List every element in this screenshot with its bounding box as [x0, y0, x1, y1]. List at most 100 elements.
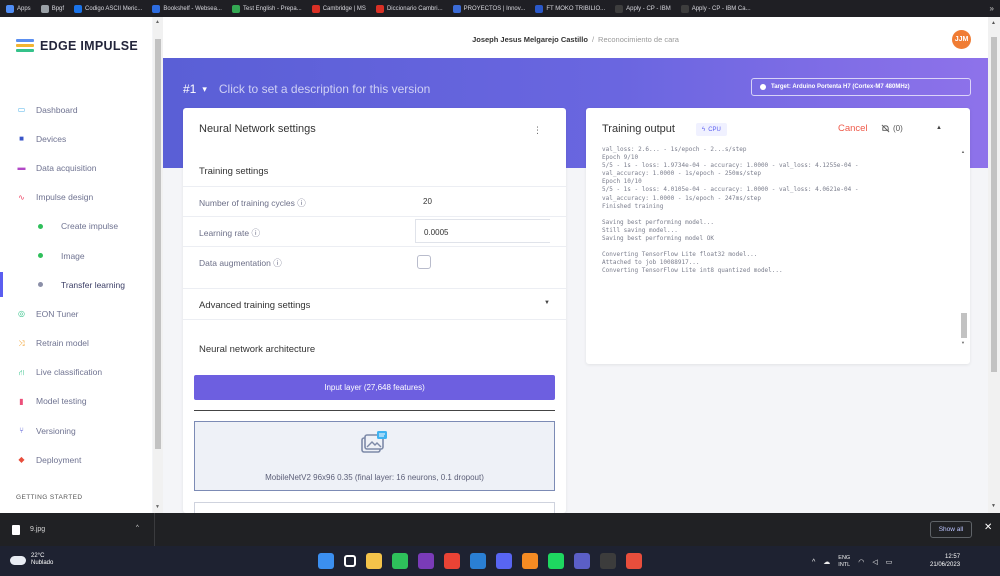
learning-rate-input[interactable]: 0.0005 [415, 219, 550, 243]
bookmark-item[interactable]: Bookshelf - Websea... [152, 4, 222, 13]
language-code: ENG [838, 555, 851, 561]
scroll-down-arrow-icon[interactable]: ▼ [961, 340, 965, 345]
sidebar-item-live-classification[interactable]: ⛙ Live classification [0, 358, 152, 387]
data-augmentation-checkbox[interactable] [417, 255, 431, 269]
show-all-button[interactable]: Show all [930, 521, 972, 538]
user-avatar[interactable]: JJM [952, 30, 971, 49]
bookmark-item[interactable]: Apply - CP - IBM [615, 4, 671, 13]
volume-icon[interactable]: ◁ [872, 558, 877, 566]
snipping-icon[interactable] [626, 553, 642, 569]
chevron-up-icon[interactable]: ^ [812, 559, 815, 566]
tuner-icon: ◎ [18, 309, 25, 319]
cancel-button[interactable]: Cancel [838, 123, 868, 134]
weather-widget[interactable]: 22°C Nublado [10, 553, 53, 567]
lightning-icon: ϟ [702, 126, 706, 133]
bookmark-label: Bpgf [51, 5, 65, 12]
task-view-icon[interactable] [344, 555, 356, 567]
close-icon[interactable]: ✕ [984, 522, 992, 533]
sidebar-item-model-testing[interactable]: ▮ Model testing [0, 387, 152, 416]
bookmark-favicon-icon [375, 4, 384, 13]
clock-time: 12:57 [945, 554, 961, 560]
windows-start-icon[interactable] [318, 553, 334, 569]
vscode-icon[interactable] [470, 553, 486, 569]
collapse-icon[interactable]: ▲ [936, 125, 942, 131]
bookmark-item[interactable]: Cambridge | MS [311, 4, 366, 13]
page-scroll-thumb[interactable] [991, 37, 997, 372]
bookmark-item[interactable]: PROYECTOS | Innov... [452, 4, 525, 13]
getting-started-heading: GETTING STARTED [16, 494, 83, 501]
sidebar-item-label: Impulse design [36, 192, 94, 203]
sidebar-item-eon-tuner[interactable]: ◎ EON Tuner [0, 299, 152, 328]
chevron-up-icon[interactable]: ^ [136, 525, 139, 531]
target-device-button[interactable]: Target: Arduino Portenta H7 (Cortex-M7 4… [751, 78, 971, 96]
sidebar-item-versioning[interactable]: ⑂ Versioning [0, 416, 152, 445]
bookmark-item[interactable]: Test English - Prepa... [231, 4, 302, 13]
sidebar-item-devices[interactable]: ■ Devices [0, 124, 152, 153]
cloud-icon[interactable]: ☁ [823, 558, 830, 566]
cloud-icon [10, 555, 26, 565]
sidebar-scroll-thumb[interactable] [155, 39, 161, 449]
scroll-up-arrow-icon[interactable]: ▲ [991, 20, 996, 26]
language-indicator[interactable]: ENG INTL [838, 555, 850, 569]
battery-icon[interactable]: ▭ [886, 558, 893, 566]
file-icon [12, 524, 20, 535]
sidebar-scrollbar[interactable]: ▲ ▼ [153, 17, 163, 513]
edge-impulse-logo[interactable]: EDGE IMPULSE [16, 39, 138, 53]
bookmark-item[interactable]: Apply - CP - IBM Ca... [680, 4, 751, 13]
sidebar-item-create-impulse[interactable]: Create impulse [0, 212, 152, 241]
log-line: Still saving model... [602, 226, 678, 234]
breadcrumb-user[interactable]: Joseph Jesus Melgarejo Castillo [472, 35, 588, 44]
onenote-icon[interactable] [418, 553, 434, 569]
log-scrollbar[interactable]: ▲ ▼ [959, 146, 969, 349]
sidebar-item-transfer-learning[interactable]: Transfer learning [0, 270, 152, 299]
clock[interactable]: 12:57 21/06/2023 [930, 554, 960, 569]
sidebar-item-retrain-model[interactable]: ⤨ Retrain model [0, 329, 152, 358]
more-bookmarks-icon[interactable]: » [990, 4, 994, 13]
scroll-up-arrow-icon[interactable]: ▲ [961, 149, 965, 154]
scroll-down-arrow-icon[interactable]: ▼ [991, 503, 996, 509]
whatsapp-icon[interactable] [392, 553, 408, 569]
download-item[interactable]: 9.jpg [0, 513, 155, 546]
breadcrumb-project[interactable]: Reconocimiento de cara [598, 35, 679, 44]
mobilenet-layer-block[interactable]: MobileNetV2 96x96 0.35 (final layer: 16 … [194, 421, 555, 491]
bookmark-label: Apply - CP - IBM [626, 5, 671, 12]
scroll-up-arrow-icon[interactable]: ▲ [155, 19, 160, 25]
version-selector[interactable]: #1 ▾ Click to set a description for this… [183, 82, 430, 96]
image-model-icon [361, 431, 387, 453]
sidebar-item-impulse-design[interactable]: ∿ Impulse design [0, 183, 152, 212]
nn-settings-card: Neural Network settings ⋮ Training setti… [183, 108, 566, 513]
bookmark-favicon-icon [680, 4, 689, 13]
spotify-icon[interactable] [548, 553, 564, 569]
scroll-down-arrow-icon[interactable]: ▼ [155, 504, 160, 510]
sidebar-item-data-acquisition[interactable]: ▬ Data acquisition [0, 153, 152, 182]
chrome-icon[interactable] [444, 553, 460, 569]
version-description[interactable]: Click to set a description for this vers… [219, 82, 430, 96]
more-options-icon[interactable]: ⋮ [533, 125, 542, 136]
bookmark-item[interactable]: FT MOKO TRIBILIO... [535, 4, 605, 13]
learning-rate-label: Learning rate ⓘ [199, 228, 260, 238]
training-log[interactable]: val_loss: 2.6... - 1s/epoch - 2...s/step… [602, 146, 957, 349]
training-cycles-input[interactable]: 20 [415, 189, 550, 213]
sidebar-item-deployment[interactable]: ◆ Deployment [0, 445, 152, 474]
bookmark-item[interactable]: Diccionario Cambri... [375, 4, 443, 13]
sidebar-item-dashboard[interactable]: ▭ Dashboard [0, 95, 152, 124]
terminal-icon[interactable] [600, 553, 616, 569]
sidebar-item-label: Devices [36, 133, 67, 144]
notifications-toggle[interactable]: (0) [881, 124, 903, 133]
bookmark-item[interactable]: Codigo ASCII Meric... [74, 4, 142, 13]
log-scroll-thumb[interactable] [961, 313, 967, 338]
next-layer-block[interactable] [194, 502, 555, 513]
input-layer-block[interactable]: Input layer (27,648 features) [194, 375, 555, 400]
teams-icon[interactable] [574, 553, 590, 569]
bookmark-item[interactable]: Bpgf [40, 4, 65, 13]
branch-icon: ⑂ [19, 426, 24, 436]
bookmark-item[interactable]: Apps [6, 4, 31, 13]
sidebar-item-image[interactable]: Image [0, 241, 152, 270]
file-explorer-icon[interactable] [366, 553, 382, 569]
page-scrollbar[interactable]: ▲ ▼ [988, 17, 1000, 513]
wifi-icon[interactable]: ◠ [858, 558, 864, 566]
advanced-training-settings[interactable]: Advanced training settings ▼ [183, 288, 566, 320]
sublime-icon[interactable] [522, 553, 538, 569]
discord-icon[interactable] [496, 553, 512, 569]
